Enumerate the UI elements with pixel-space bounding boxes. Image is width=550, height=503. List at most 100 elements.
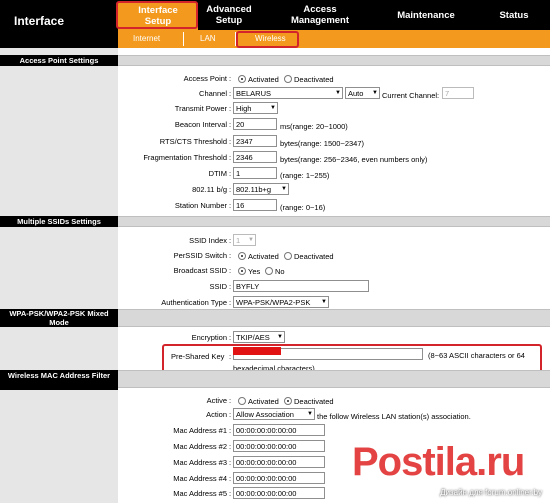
subtab-lan[interactable]: LAN xyxy=(200,34,216,43)
section-bar xyxy=(118,55,550,66)
colon: : xyxy=(229,352,232,361)
transmit-power-label: Transmit Power xyxy=(174,104,227,113)
fragmentation-label: Fragmentation Threshold xyxy=(143,153,227,162)
highlight-wireless xyxy=(236,31,299,48)
access-point-activated-radio[interactable] xyxy=(238,75,246,83)
encryption-label: Encryption xyxy=(191,333,227,342)
broadcast-yes-radio[interactable] xyxy=(238,267,246,275)
mac-action-suffix: the follow Wireless LAN station(s) assoc… xyxy=(317,412,471,421)
channel-region-select[interactable]: BELARUS ▼ xyxy=(233,87,343,99)
dtim-label: DTIM xyxy=(208,169,227,178)
perssid-activated-radio[interactable] xyxy=(238,252,246,260)
tab-access-management[interactable]: Access Management xyxy=(282,3,358,26)
fragmentation-input[interactable]: 2346 xyxy=(233,151,277,163)
colon: : xyxy=(229,266,232,275)
colon: : xyxy=(229,282,232,291)
subtab-internet[interactable]: Internet xyxy=(133,34,160,43)
colon: : xyxy=(229,104,232,113)
channel-label: Channel xyxy=(199,89,227,98)
radio-label: Deactivated xyxy=(294,397,334,406)
beacon-interval-label: Beacon Interval xyxy=(174,120,227,129)
mac-address-label: Mac Address #2 xyxy=(173,442,227,451)
mac-active-label: Active xyxy=(206,396,227,405)
station-number-hint: (range: 0~16) xyxy=(280,203,326,212)
mac-address-input-1[interactable]: 00:00:00:00:00:00 xyxy=(233,424,325,436)
redacted-key xyxy=(233,347,281,355)
transmit-power-select[interactable]: High ▼ xyxy=(233,102,278,114)
mac-deactivated-radio[interactable] xyxy=(284,397,292,405)
dtim-hint: (range: 1~255) xyxy=(280,171,330,180)
wireless-mode-select[interactable]: 802.11b+g ▼ xyxy=(233,183,289,195)
ssid-label: SSID xyxy=(209,282,227,291)
rts-threshold-input[interactable]: 2347 xyxy=(233,135,277,147)
pre-shared-key-label: Pre-Shared Key xyxy=(171,352,225,361)
auth-type-select[interactable]: WPA-PSK/WPA2-PSK ▼ xyxy=(233,296,329,308)
ssid-input[interactable]: BYFLY xyxy=(233,280,369,292)
section-bar xyxy=(118,216,550,227)
beacon-interval-hint: ms(range: 20~1000) xyxy=(280,122,348,131)
access-point-deactivated-radio[interactable] xyxy=(284,75,292,83)
colon: : xyxy=(229,169,232,178)
wireless-mode-label: 802.11 b/g xyxy=(192,185,227,194)
mac-action-select[interactable]: Allow Association ▼ xyxy=(233,408,315,420)
colon: : xyxy=(229,251,232,260)
channel-select[interactable]: Auto ▼ xyxy=(345,87,380,99)
chevron-down-icon: ▼ xyxy=(372,90,378,96)
colon: : xyxy=(229,474,232,483)
colon: : xyxy=(229,458,232,467)
tab-maintenance[interactable]: Maintenance xyxy=(390,10,462,21)
dtim-input[interactable]: 1 xyxy=(233,167,277,179)
mac-address-input-3[interactable]: 00:00:00:00:00:00 xyxy=(233,456,325,468)
current-channel-label: Current Channel: xyxy=(382,91,440,100)
app-title: Interface xyxy=(14,14,65,28)
chevron-down-icon: ▼ xyxy=(335,90,341,96)
access-point-label: Access Point xyxy=(183,74,227,83)
current-channel-field: 7 xyxy=(442,87,474,99)
chevron-down-icon: ▼ xyxy=(248,237,254,243)
select-value: BELARUS xyxy=(236,89,272,98)
colon: : xyxy=(229,442,232,451)
ssid-index-select[interactable]: 1 ▼ xyxy=(233,234,256,246)
mac-address-label: Mac Address #3 xyxy=(173,458,227,467)
mac-activated-radio[interactable] xyxy=(238,397,246,405)
select-value: High xyxy=(236,104,252,113)
colon: : xyxy=(229,89,232,98)
station-number-input[interactable]: 16 xyxy=(233,199,277,211)
section-bar xyxy=(118,309,550,327)
radio-label: No xyxy=(275,267,285,276)
tab-status[interactable]: Status xyxy=(492,10,536,21)
section-title-ap: Access Point Settings xyxy=(0,55,118,66)
colon: : xyxy=(229,333,232,342)
chevron-down-icon: ▼ xyxy=(277,334,283,340)
select-value: Auto xyxy=(348,89,364,98)
colon: : xyxy=(229,74,232,83)
select-value: Allow Association xyxy=(236,410,294,419)
beacon-interval-input[interactable]: 20 xyxy=(233,118,277,130)
mac-address-input-4[interactable]: 00:00:00:00:00:00 xyxy=(233,472,325,484)
chevron-down-icon: ▼ xyxy=(307,411,313,417)
tab-label: Management xyxy=(290,15,350,26)
perssid-switch-label: PerSSID Switch xyxy=(173,251,227,260)
colon: : xyxy=(229,137,232,146)
colon: : xyxy=(229,201,232,210)
encryption-select[interactable]: TKIP/AES ▼ xyxy=(233,331,285,343)
chevron-down-icon: ▼ xyxy=(321,299,327,305)
highlight-interface-setup xyxy=(116,1,198,29)
mac-address-label: Mac Address #5 xyxy=(173,489,227,498)
colon: : xyxy=(229,489,232,498)
mac-address-input-5[interactable]: 00:00:00:00:00:00 xyxy=(233,487,325,499)
tab-label: Access xyxy=(303,4,337,15)
mac-address-input-2[interactable]: 00:00:00:00:00:00 xyxy=(233,440,325,452)
radio-label: Activated xyxy=(248,75,279,84)
watermark-logo: Postila.ru xyxy=(352,440,525,484)
broadcast-no-radio[interactable] xyxy=(265,267,273,275)
tab-advanced-setup[interactable]: Advanced Setup xyxy=(200,3,258,26)
perssid-deactivated-radio[interactable] xyxy=(284,252,292,260)
rts-threshold-hint: bytes(range: 1500~2347) xyxy=(280,139,365,148)
select-value: WPA-PSK/WPA2-PSK xyxy=(236,298,311,307)
mac-address-label: Mac Address #4 xyxy=(173,474,227,483)
colon: : xyxy=(229,185,232,194)
section-title-wpa: WPA-PSK/WPA2-PSK Mixed Mode xyxy=(0,309,118,327)
fragmentation-hint: bytes(range: 256~2346, even numbers only… xyxy=(280,155,428,164)
auth-type-label: Authentication Type xyxy=(161,298,227,307)
